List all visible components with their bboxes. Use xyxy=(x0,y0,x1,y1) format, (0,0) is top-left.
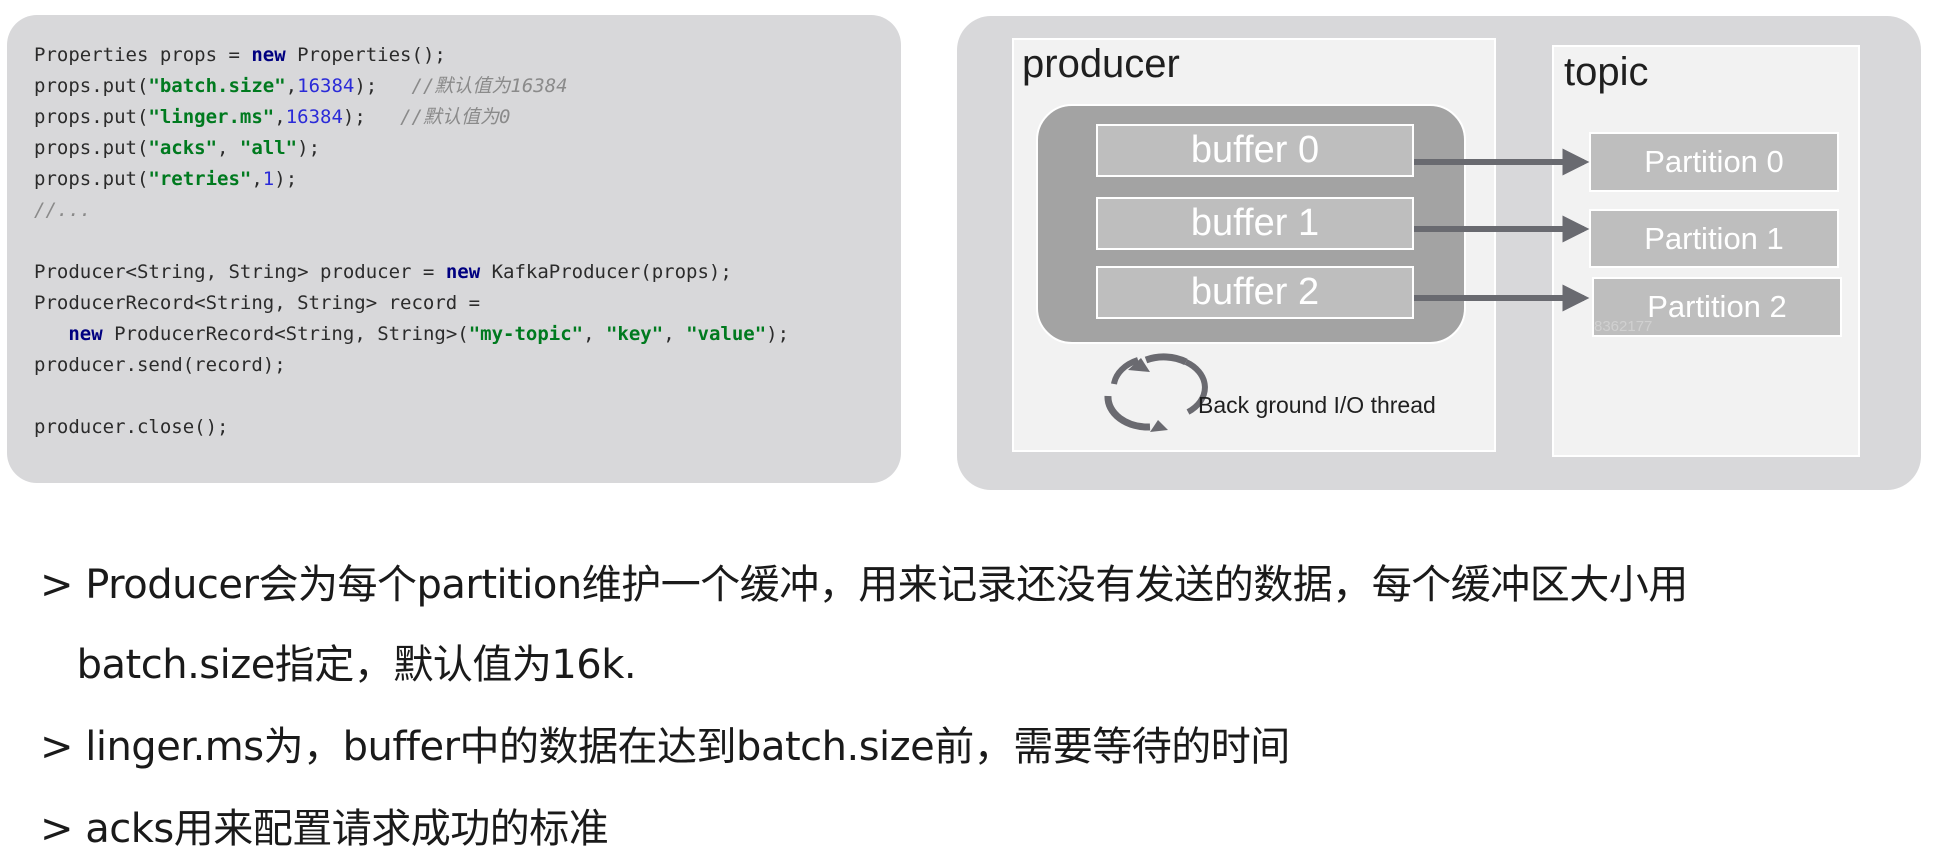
note-line-1: > Producer会为每个partition维护一个缓冲，用来记录还没有发送的… xyxy=(40,562,1688,608)
background-thread-label: Back ground I/O thread xyxy=(1198,392,1436,418)
note-line-4: > acks用来配置请求成功的标准 xyxy=(40,806,609,852)
refresh-cycle-icon xyxy=(1104,353,1208,432)
note-line-3: > linger.ms为，buffer中的数据在达到batch.size前，需要… xyxy=(40,724,1290,770)
note-line-2: batch.size指定，默认值为16k. xyxy=(40,642,637,688)
